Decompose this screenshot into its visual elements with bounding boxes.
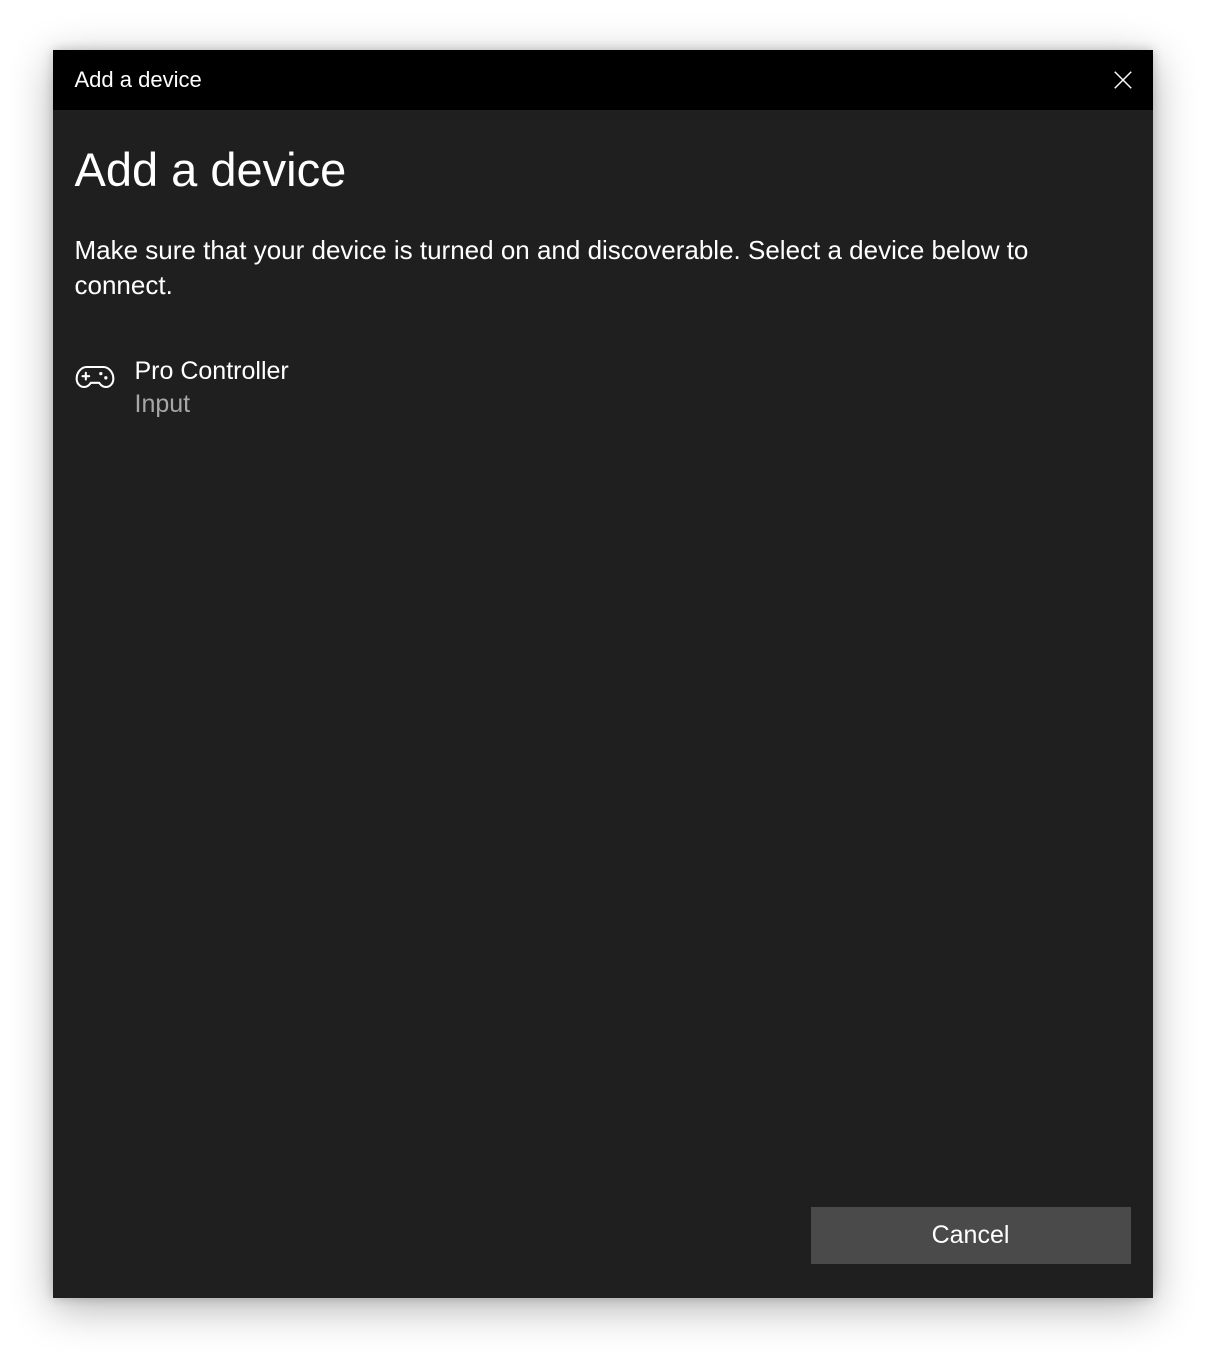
page-heading: Add a device (75, 142, 1131, 197)
device-type: Input (135, 388, 289, 421)
titlebar: Add a device (53, 50, 1153, 110)
gamepad-icon (75, 357, 115, 397)
titlebar-title: Add a device (75, 67, 202, 93)
device-name: Pro Controller (135, 355, 289, 388)
device-list: Pro Controller Input (75, 351, 1131, 1207)
dialog-content: Add a device Make sure that your device … (53, 110, 1153, 1207)
instruction-text: Make sure that your device is turned on … (75, 233, 1131, 303)
add-device-dialog: Add a device Add a device Make sure that… (53, 50, 1153, 1298)
device-info: Pro Controller Input (135, 355, 289, 420)
device-item[interactable]: Pro Controller Input (75, 351, 1131, 424)
close-icon (1112, 69, 1134, 91)
cancel-button[interactable]: Cancel (811, 1207, 1131, 1264)
dialog-footer: Cancel (53, 1207, 1153, 1298)
close-button[interactable] (1093, 50, 1153, 110)
